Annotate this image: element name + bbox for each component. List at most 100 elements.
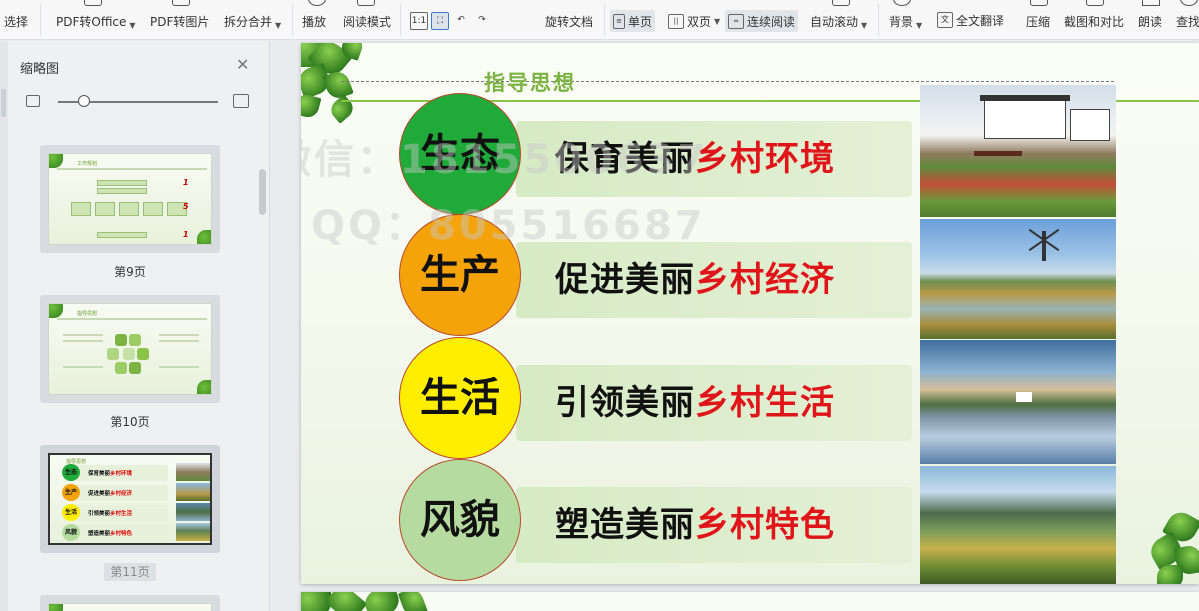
translate-button[interactable]: 文 全文翻译 — [934, 9, 1007, 31]
leaf-decoration — [301, 592, 435, 611]
chevron-down-icon: ▼ — [275, 21, 282, 30]
mini-text-line — [63, 366, 103, 368]
mini-circle: 生产 — [62, 484, 80, 501]
photo-village-houses — [920, 85, 1116, 217]
slide-title: 指导思想 — [484, 71, 576, 95]
mini-leaf — [49, 304, 63, 318]
mini-leaf — [49, 604, 63, 611]
double-page-icon: || — [668, 13, 684, 29]
mini-gear — [107, 348, 119, 360]
speaker-icon — [1142, 0, 1160, 6]
zoom-knob[interactable] — [78, 95, 90, 107]
continuous-icon: ═ — [728, 13, 744, 29]
toolbar-divider — [400, 4, 401, 36]
large-image-icon — [233, 94, 249, 108]
thumbnail-sidebar: 缩略图 ✕ 工作规划 1 5 1 第9页 指导思想 第10页 指导思想 生态 生… — [0, 41, 270, 611]
mini-photo — [176, 523, 210, 541]
mini-circle: 生活 — [62, 504, 80, 521]
row-text: 保育美丽乡村环境 — [555, 139, 835, 179]
circle-ecology: 生态 — [399, 93, 521, 215]
document-view[interactable]: 指导思想 保育美丽乡村环境 促进美丽乡村经济 引领美丽乡村生活 塑造美丽乡村特色… — [271, 41, 1199, 611]
image-icon — [172, 0, 190, 6]
mini-number: 1 — [183, 178, 189, 187]
photo-lake-village — [920, 340, 1116, 464]
mini-rule — [57, 318, 207, 320]
leaf-decoration — [1146, 503, 1199, 584]
circle-production: 生产 — [399, 214, 521, 336]
search-button[interactable]: 查找 — [1176, 0, 1199, 39]
chevron-down-icon: ▼ — [916, 21, 923, 30]
mini-circle: 风貌 — [62, 524, 80, 541]
thumbnail-page-11[interactable]: 指导思想 生态 生产 生活 风貌 保育美丽乡村环境 促进美丽乡村经济 引领美丽乡… — [40, 445, 220, 553]
pdf-to-office-button[interactable]: PDF转Office ▼ — [56, 0, 136, 39]
mini-box — [97, 188, 147, 194]
thumbnail-label-11: 第11页 — [40, 563, 220, 581]
scissors-icon — [1086, 0, 1104, 6]
read-aloud-button[interactable]: 朗读 — [1138, 0, 1162, 39]
mini-rule — [57, 168, 207, 170]
single-page-button[interactable]: ≡ 单页 — [610, 10, 656, 32]
actual-size-icon[interactable]: 1:1 — [410, 12, 428, 30]
auto-scroll-button[interactable]: 自动滚动 ▼ — [810, 0, 868, 39]
play-button[interactable]: 播放 — [302, 0, 326, 39]
toolbar-divider — [292, 4, 293, 36]
circle-landscape: 风貌 — [399, 459, 521, 581]
mini-leaf — [197, 230, 211, 244]
rotate-right-icon[interactable]: ↷ — [473, 12, 491, 30]
mini-box — [143, 202, 163, 216]
thumbnail-preview — [48, 603, 212, 611]
reading-mode-button[interactable]: 阅读模式 — [343, 0, 391, 39]
mini-photo — [176, 483, 210, 501]
fit-page-icon[interactable]: ⛶ — [431, 12, 449, 30]
mini-row-text: 促进美丽乡村经济 — [88, 491, 133, 497]
mini-gear — [129, 334, 141, 346]
sidebar-tab-marker — [1, 89, 6, 117]
mini-gear — [115, 362, 127, 374]
chevron-down-icon: ▼ — [861, 21, 868, 30]
row-text: 促进美丽乡村经济 — [555, 260, 835, 300]
search-icon — [1180, 0, 1198, 6]
close-icon[interactable]: ✕ — [236, 55, 249, 74]
mini-leaf — [197, 380, 211, 394]
compress-icon — [1030, 0, 1048, 6]
sidebar-tab-strip[interactable] — [0, 41, 8, 611]
sidebar-title: 缩略图 — [20, 62, 60, 77]
split-merge-button[interactable]: 拆分合并 ▼ — [224, 0, 282, 39]
pdf-to-image-button[interactable]: PDF转图片 — [150, 0, 209, 39]
double-page-button[interactable]: || 双页 ▼ — [665, 10, 723, 32]
thumbnail-page-12[interactable] — [40, 595, 220, 611]
thumbnail-zoom-slider[interactable] — [26, 93, 251, 113]
mini-text-line — [63, 334, 103, 336]
next-slide-page — [301, 592, 1199, 611]
screenshot-compare-button[interactable]: 截图和对比 — [1064, 0, 1124, 39]
mini-gear — [115, 334, 127, 346]
mini-number: 5 — [183, 202, 189, 211]
thumbnail-page-10[interactable]: 指导思想 — [40, 295, 220, 403]
select-tool-button[interactable]: 选择 — [4, 0, 28, 39]
mini-box — [97, 232, 147, 238]
compress-button[interactable]: 压缩 — [1026, 0, 1050, 39]
mini-box — [97, 180, 147, 186]
mini-leaf — [49, 154, 63, 168]
palette-icon — [893, 0, 911, 6]
title-dashed-line — [341, 81, 1114, 82]
photo-windmill — [920, 219, 1116, 339]
background-button[interactable]: 背景 ▼ — [889, 0, 923, 39]
sidebar-scrollbar[interactable] — [259, 169, 266, 215]
circle-living: 生活 — [399, 337, 521, 459]
thumbnail-label-10: 第10页 — [110, 415, 150, 429]
mini-circle: 生态 — [62, 464, 80, 481]
rotate-document-button[interactable]: 旋转文档 — [545, 0, 593, 39]
mini-photo — [176, 503, 210, 521]
translate-icon: 文 — [937, 12, 953, 28]
mini-text-line — [159, 340, 199, 342]
continuous-reading-button[interactable]: ═ 连续阅读 — [725, 10, 799, 32]
mini-text-line — [159, 366, 199, 368]
scroll-icon — [832, 0, 850, 6]
rotate-left-icon[interactable]: ↶ — [452, 12, 470, 30]
single-page-icon: ≡ — [613, 13, 625, 29]
thumbnail-page-9[interactable]: 工作规划 1 5 1 — [40, 145, 220, 253]
mini-box — [119, 202, 139, 216]
thumbnail-label-9: 第9页 — [114, 265, 146, 279]
mini-gear — [129, 362, 141, 374]
